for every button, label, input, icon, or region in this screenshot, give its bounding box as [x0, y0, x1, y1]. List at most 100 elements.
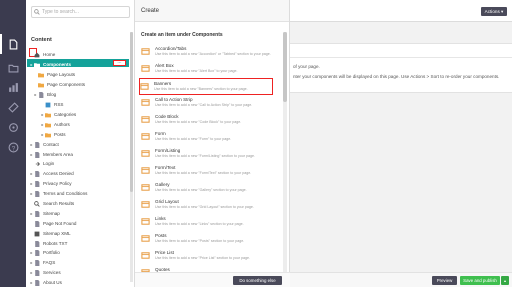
info-card: of your page. nter your components will …	[290, 43, 512, 93]
component-option-grid-layout[interactable]: Grid Layout Use this item to add a new "G…	[141, 197, 281, 214]
component-icon	[141, 234, 150, 243]
more-options-button[interactable]: ...	[113, 60, 126, 66]
folder-icon	[34, 62, 40, 68]
publish-options-button[interactable]: ▴	[501, 276, 509, 285]
component-option-banners[interactable]: Banners Use this item to add a new "Banne…	[139, 78, 273, 95]
files-icon[interactable]	[6, 61, 20, 73]
rss-icon	[45, 102, 51, 108]
component-icon	[141, 98, 150, 107]
tree-item-label: Posts	[54, 132, 66, 137]
settings-icon[interactable]	[6, 101, 20, 113]
tree-item-portfolio[interactable]: ▸ Portfolio	[29, 249, 60, 257]
tree-item-label: RSS	[54, 102, 64, 107]
component-option-links[interactable]: Links Use this item to add a new "Links" …	[141, 214, 281, 231]
page-icon	[34, 191, 40, 197]
do-something-else-button[interactable]: Do something else	[233, 276, 282, 285]
component-option-accordion-tabs[interactable]: Accordion/Tabs Use this item to add a new…	[141, 44, 281, 61]
tree-item-privacy-policy[interactable]: ▸ Privacy Policy	[29, 180, 72, 188]
divider	[290, 57, 512, 58]
page-icon	[34, 270, 40, 276]
save-and-publish-button[interactable]: Save and publish	[460, 276, 500, 285]
tree-item-services[interactable]: ▸ Services	[29, 269, 61, 277]
component-option-alert-box[interactable]: Alert Box Use this item to add a new "Ale…	[141, 61, 281, 78]
info-text-2: nter your components will be displayed o…	[293, 74, 500, 79]
tree-item-label: Contact	[43, 142, 59, 147]
tree-item-authors[interactable]: ▸ Authors	[40, 121, 70, 129]
security-icon[interactable]	[6, 121, 20, 133]
home-icon	[34, 52, 40, 58]
tree-item-contact[interactable]: ▸ Contact	[29, 141, 59, 149]
tree-item-components[interactable]: ▸ Components	[29, 61, 71, 69]
tree-item-label: Page Components	[47, 82, 86, 87]
component-option-call-to-action-strip[interactable]: Call to Action Strip Use this item to add…	[141, 95, 281, 112]
page-icon	[34, 181, 40, 187]
tree-item-label: Page Layouts	[47, 72, 76, 77]
component-description: Use this item to add a new "Form/Listing…	[155, 154, 256, 158]
pages-icon[interactable]	[0, 34, 20, 54]
component-option-gallery[interactable]: Gallery Use this item to add a new "Galle…	[141, 180, 281, 197]
component-icon	[141, 64, 150, 73]
page-icon	[34, 280, 40, 286]
component-option-form-listing[interactable]: Form/Listing Use this item to add a new "…	[141, 146, 281, 163]
tree-item-label: Authors	[54, 122, 70, 127]
tree-item-categories[interactable]: ▸ Categories	[40, 111, 76, 119]
component-icon	[141, 132, 150, 141]
sitemap-icon	[34, 231, 40, 237]
tree-item-label: Blog	[47, 92, 57, 97]
tree-item-login[interactable]: Login	[29, 160, 54, 168]
tree-item-home[interactable]: Home	[29, 51, 55, 59]
page-icon	[34, 142, 40, 148]
top-bar	[290, 0, 512, 22]
tree-item-access-denied[interactable]: ▸ Access Denied	[29, 170, 74, 178]
component-option-price-list[interactable]: Price List Use this item to add a new "Pr…	[141, 248, 281, 265]
tree-item-terms-and-conditions[interactable]: ▸ Terms and Conditions	[29, 190, 87, 198]
tree-scrollbar[interactable]	[130, 32, 133, 282]
component-option-code-block[interactable]: Code Block Use this item to add a new "Co…	[141, 112, 281, 129]
reports-icon[interactable]	[6, 81, 20, 93]
panel-scrollbar[interactable]	[283, 32, 287, 272]
tree-item-rss[interactable]: RSS	[40, 101, 63, 109]
tree-item-sitemap[interactable]: ▸ Sitemap	[29, 210, 60, 218]
preview-button[interactable]: Preview	[432, 276, 457, 285]
component-option-posts[interactable]: Posts Use this item to add a new "Posts" …	[141, 231, 281, 248]
component-option-form-text[interactable]: Form/Text Use this item to add a new "For…	[141, 163, 281, 180]
folder-icon	[38, 72, 44, 78]
search-icon	[34, 9, 40, 15]
help-icon[interactable]: ?	[6, 141, 20, 153]
tree-item-page-layouts[interactable]: Page Layouts	[33, 71, 75, 79]
page-icon	[34, 221, 40, 227]
tree-item-members-area[interactable]: ▸ Members Area	[29, 151, 73, 159]
tree-item-label: Robots TXT	[43, 241, 68, 246]
tree-item-posts[interactable]: ▸ Posts	[40, 131, 66, 139]
folder-icon	[45, 112, 51, 118]
component-description: Use this item to add a new "Price List" …	[155, 256, 251, 260]
page-icon	[34, 241, 40, 247]
component-description: Use this item to add a new "Grid Layout"…	[155, 205, 254, 209]
tree-item-sitemap-xml[interactable]: Sitemap XML	[29, 230, 71, 238]
tree-item-label: Services	[43, 270, 61, 275]
tree-item-about-us[interactable]: ▸ About Us	[29, 279, 62, 287]
folder-icon	[45, 122, 51, 128]
tree-item-page-components[interactable]: Page Components	[33, 81, 85, 89]
component-description: Use this item to add a new "Alert Box" t…	[155, 69, 238, 73]
tree-item-search-results[interactable]: Search Results	[29, 200, 74, 208]
search-input[interactable]: Type to search...	[31, 6, 130, 18]
tree-item-label: Sitemap XML	[43, 231, 71, 236]
tree-item-robots-txt[interactable]: Robots TXT	[29, 240, 67, 248]
component-icon	[141, 149, 150, 158]
tree-title: Content	[31, 37, 52, 43]
tree-item-label: Members Area	[43, 152, 73, 157]
component-option-form[interactable]: Form Use this item to add a new "Form" to…	[141, 129, 281, 146]
tree-item-blog[interactable]: ▸ Blog	[33, 91, 56, 99]
tree-item-faqs[interactable]: ▸ FAQS	[29, 259, 55, 267]
component-icon	[141, 115, 150, 124]
component-description: Use this item to add a new "Form" to you…	[155, 137, 232, 141]
page-icon	[34, 152, 40, 158]
tree-item-page-not-found[interactable]: Page Not Found	[29, 220, 76, 228]
component-icon	[141, 47, 150, 56]
search-placeholder: Type to search...	[42, 9, 79, 15]
actions-button[interactable]: Actions ▾	[481, 7, 507, 16]
tree-item-label: Privacy Policy	[43, 181, 72, 186]
tree-item-label: FAQS	[43, 260, 56, 265]
component-description: Use this item to add a new "Gallery" sec…	[155, 188, 247, 192]
